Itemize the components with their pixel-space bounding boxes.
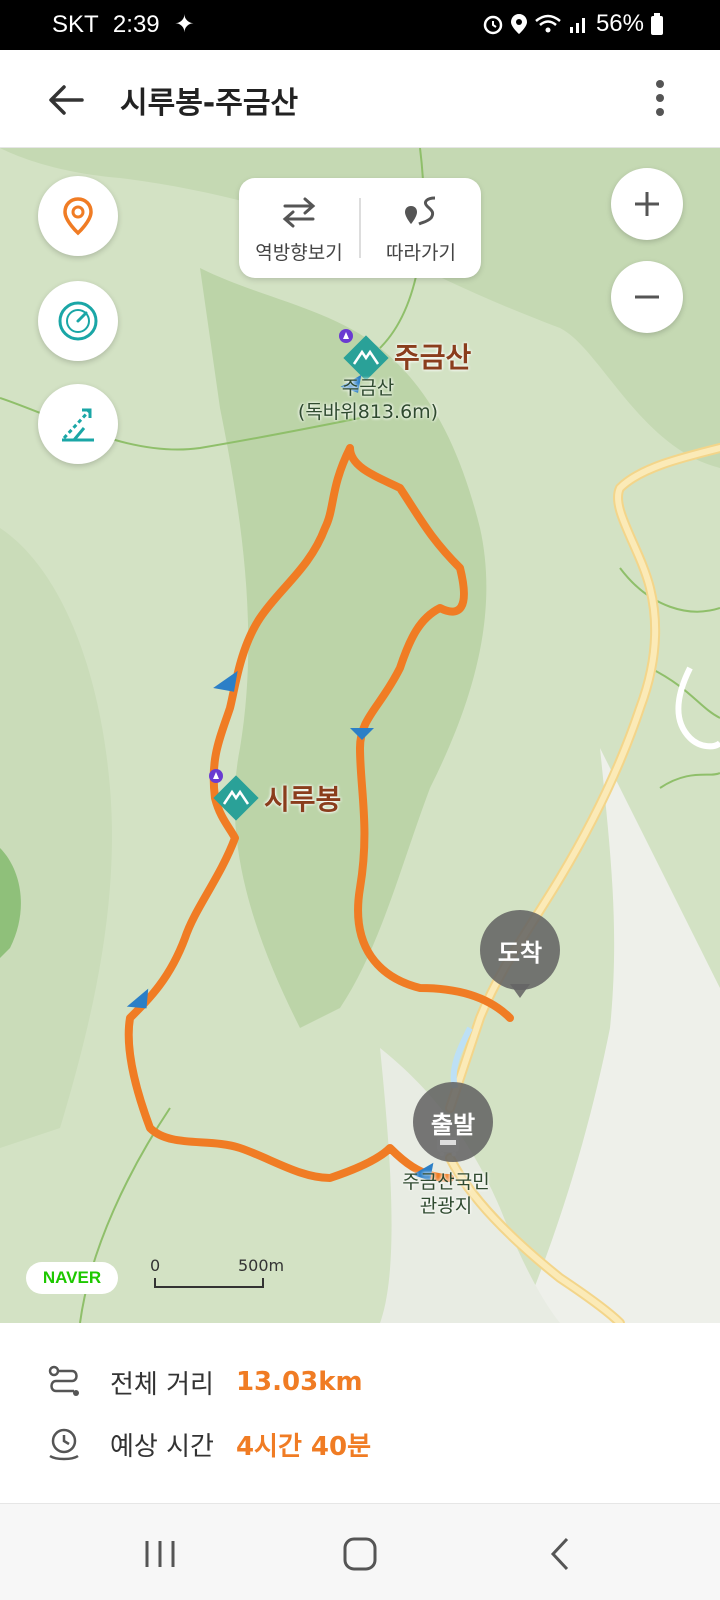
place-label-jugeumsan-name: 주금산 [341,377,395,399]
clock-icon [49,1428,79,1461]
back-chevron-icon [550,1537,569,1571]
home-icon [343,1537,377,1571]
distance-icon [48,1365,79,1396]
recent-apps-button[interactable] [135,1529,185,1579]
system-nav-bar [0,1503,720,1600]
peak-marker-sirubong[interactable] [206,768,262,824]
peak-label-jugeumsan: 주금산 [394,341,472,374]
distance-row: 전체 거리 13.03km [44,1357,363,1407]
place-label-jugeumsan-elevation: (독바위813.6m) [297,401,439,423]
distance-value: 13.03km [235,1367,363,1397]
time-value: 4시간 40분 [235,1431,372,1462]
naver-logo: NAVER [26,1262,118,1294]
scale-zero-label: 0 [150,1256,161,1275]
scale-distance-label: 500m [238,1256,285,1275]
reverse-icon [282,197,316,228]
route-toolbar: 역방향보기 따라가기 [239,178,481,278]
back-arrow-icon [49,85,84,115]
place-label-jugeumsan: 주금산 (독바위813.6m) [288,376,448,424]
arrival-pin-tail [510,984,530,998]
status-right: 56% [482,10,664,38]
map-view[interactable]: 역방향보기 따라가기 주금산 주금산 (독바위813.6m) 시루봉 도착 출발 [0,148,720,1323]
map-scale: 0 500m [150,1256,284,1296]
time-row: 예상 시간 4시간 40분 [44,1419,371,1469]
arrival-pin-label: 도착 [497,938,543,967]
elevation-icon [62,408,94,442]
more-button[interactable] [650,78,670,122]
back-button[interactable] [44,78,88,122]
page-title: 시루봉-주금산 [120,86,299,121]
status-left: SKT 2:39 ✦ [52,10,194,39]
recent-apps-icon [145,1541,175,1567]
home-button[interactable] [335,1529,385,1579]
back-nav-button[interactable] [535,1529,585,1579]
peak-label-sirubong: 시루봉 [264,783,342,816]
wifi-icon [535,14,561,33]
zoom-in-button[interactable] [611,168,683,240]
reverse-route-button[interactable]: 역방향보기 [239,178,359,278]
zoom-out-button[interactable] [611,261,683,333]
signal-icon [569,18,585,33]
elevation-button[interactable] [38,384,118,464]
battery-label: 56% [595,10,644,37]
location-icon [510,14,527,34]
minus-icon [635,295,659,299]
my-location-button[interactable] [38,176,118,256]
route-summary: 전체 거리 13.03km 예상 시간 4시간 40분 [0,1323,720,1503]
reverse-route-label: 역방향보기 [255,242,343,264]
alarm-icon [483,15,503,35]
battery-icon [651,13,663,35]
location-pin-icon [63,197,93,236]
follow-icon [405,196,436,226]
follow-route-button[interactable]: 따라가기 [361,178,481,278]
clock-label: 2:39 [112,11,160,38]
arrival-pin[interactable]: 도착 [480,910,560,990]
speedometer-icon [58,301,98,341]
scale-bar [154,1278,264,1288]
carrier-label: SKT [52,11,99,38]
bus-icon [437,1137,459,1157]
plus-icon [635,192,659,216]
follow-route-label: 따라가기 [386,242,456,264]
place-label-resort-line2: 관광지 [419,1195,473,1217]
more-vertical-icon [656,80,664,116]
app-header: 시루봉-주금산 [0,50,720,148]
speed-button[interactable] [38,281,118,361]
activity-icon: ✦ [174,11,195,38]
place-label-resort: 주금산국민 관광지 [386,1170,506,1218]
status-bar: SKT 2:39 ✦ 56% [0,0,720,50]
place-label-resort-line1: 주금산국민 [402,1171,490,1193]
distance-label: 전체 거리 [110,1369,214,1400]
time-label: 예상 시간 [110,1431,214,1462]
